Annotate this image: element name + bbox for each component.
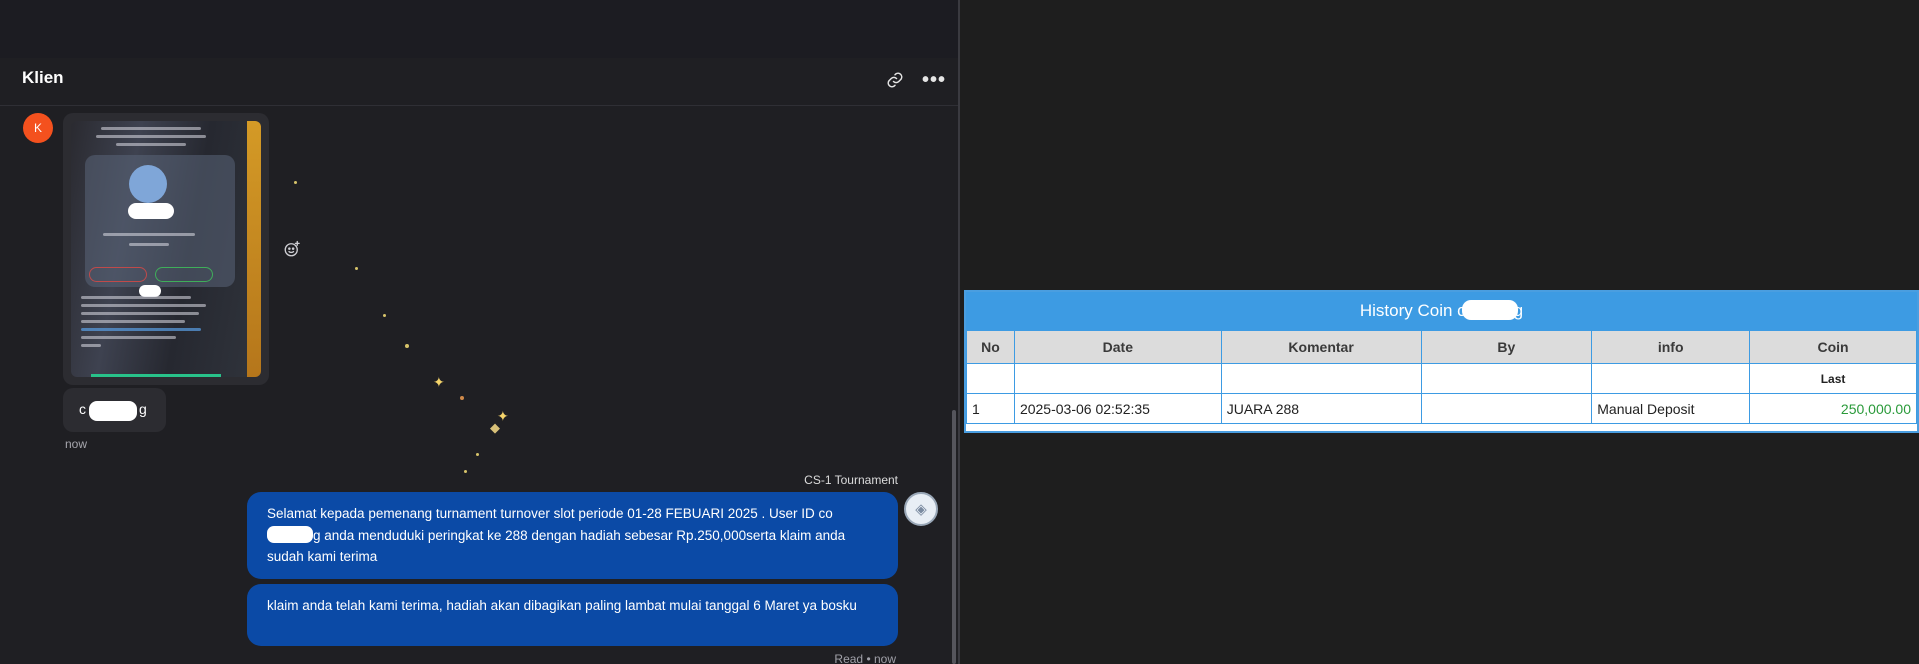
image-text-line [96, 135, 206, 138]
redaction [267, 525, 313, 543]
row-by [1420, 393, 1593, 424]
redaction [128, 203, 174, 219]
profile-picture [129, 165, 167, 203]
image-text-line [129, 243, 169, 246]
image-block-button [89, 267, 147, 282]
column-header-komentar: Komentar [1220, 330, 1422, 364]
chat-title: Klien [22, 68, 64, 87]
redaction [89, 401, 137, 421]
sparkle-icon: ✦ [433, 374, 445, 390]
agent-message-text: klaim anda telah kami terima, hadiah aka… [267, 598, 857, 613]
agent-message-bubble[interactable]: klaim anda telah kami terima, hadiah aka… [247, 584, 898, 646]
table-cell [1013, 363, 1222, 394]
image-text-line [101, 127, 201, 130]
image-text-line [81, 304, 206, 307]
history-table: No Date Komentar By info Coin Last 1 202… [966, 330, 1917, 424]
table-row: 1 2025-03-06 02:52:35 JUARA 288 Manual D… [966, 393, 1917, 424]
agent-message-bubble[interactable]: Selamat kepada pemenang turnament turnov… [247, 492, 898, 579]
row-komentar: JUARA 288 [1220, 393, 1422, 424]
phone-edge [247, 121, 261, 377]
screenshot-image [71, 121, 261, 377]
agent-avatar: ◈ [904, 492, 938, 526]
link-icon[interactable] [881, 66, 909, 94]
history-title: History Coin c g [966, 292, 1917, 330]
image-text-line [81, 320, 185, 323]
image-text-line [81, 312, 199, 315]
chat-panel: Klien ••• K c g now ✦ ✦ ◆ CS-1 Tournamen… [0, 0, 960, 664]
agent-sender-name: CS-1 Tournament [804, 473, 898, 487]
client-avatar: K [23, 113, 53, 143]
add-reaction-icon[interactable] [281, 238, 303, 260]
history-title-prefix: History Coin c [1359, 301, 1466, 320]
image-add-button [155, 267, 213, 282]
chat-scrollbar[interactable] [952, 410, 956, 664]
row-date: 2025-03-06 02:52:35 [1013, 393, 1222, 424]
image-text-line [81, 336, 176, 339]
image-text-line [81, 344, 101, 347]
row-coin: 250,000.00 [1749, 393, 1917, 424]
redaction [1461, 300, 1518, 320]
column-header-date: Date [1013, 330, 1222, 364]
chat-header: Klien ••• [0, 58, 958, 106]
diamond-icon: ◆ [490, 420, 500, 435]
client-name-prefix: c [79, 401, 86, 417]
column-header-coin: Coin [1749, 330, 1917, 364]
agent-message-text: Selamat kepada pemenang turnament turnov… [267, 506, 833, 521]
image-text-line [116, 143, 186, 146]
image-text-line [103, 233, 195, 236]
column-header-by: By [1420, 330, 1593, 364]
sparkle-dot [355, 267, 358, 270]
more-options-icon[interactable]: ••• [920, 66, 948, 94]
table-cell [1591, 363, 1751, 394]
sparkle-dot [383, 314, 386, 317]
sparkle-dot [294, 181, 297, 184]
row-info: Manual Deposit [1591, 393, 1751, 424]
image-text-block [81, 296, 211, 352]
column-header-info: info [1591, 330, 1751, 364]
last-label: Last [1749, 363, 1917, 394]
sparkle-dot [405, 344, 409, 348]
sparkle-dot [464, 470, 467, 473]
sparkle-dot [476, 453, 479, 456]
table-cell [1220, 363, 1422, 394]
client-name-suffix: g [139, 401, 147, 417]
image-link-line [81, 328, 201, 331]
top-strip [0, 0, 958, 58]
last-row: Last [966, 363, 1917, 394]
table-header-row: No Date Komentar By info Coin [966, 330, 1917, 364]
client-text-bubble[interactable]: cg [63, 388, 166, 432]
read-status: Read • now [834, 652, 896, 664]
table-cell [1420, 363, 1593, 394]
image-bottom-bar [91, 374, 221, 377]
client-message-time: now [65, 437, 88, 451]
agent-message-text: g anda menduduki peringkat ke 288 dengan… [267, 527, 846, 565]
sparkle-dot [460, 396, 464, 400]
column-header-no: No [966, 330, 1015, 364]
history-coin-panel: History Coin c g No Date Komentar By info… [964, 290, 1919, 433]
table-cell [966, 363, 1015, 394]
image-text-line [81, 296, 191, 299]
row-no: 1 [966, 393, 1015, 424]
history-title-suffix: g [1513, 301, 1524, 320]
image-message[interactable] [63, 113, 269, 385]
